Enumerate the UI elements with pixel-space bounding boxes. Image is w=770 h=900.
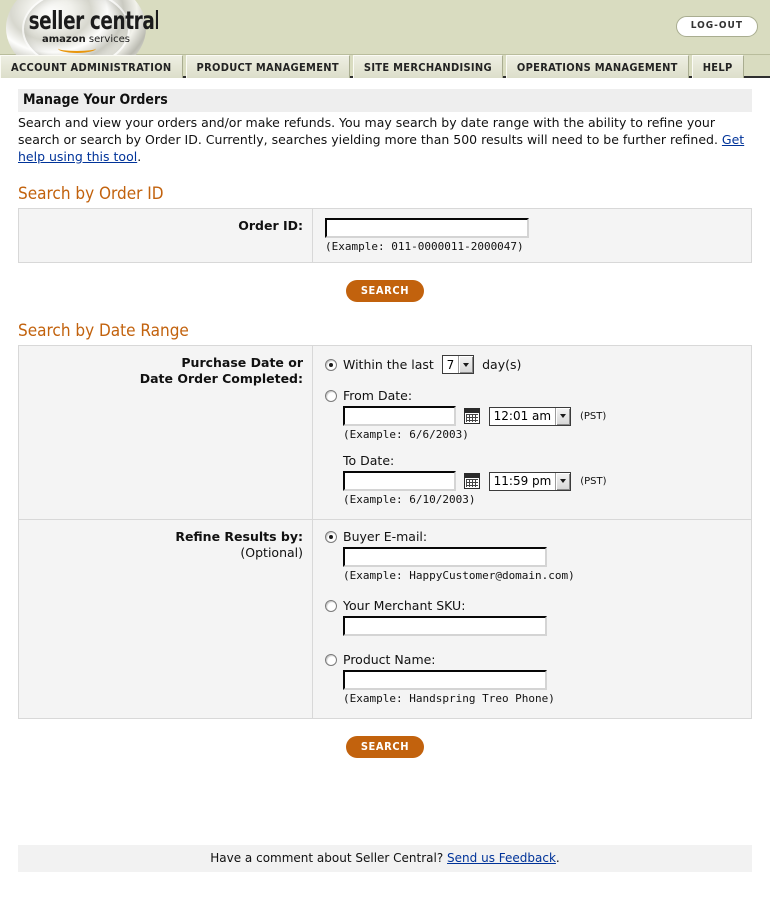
footer-suffix: . <box>555 851 560 865</box>
from-time-select[interactable]: 12:01 am <box>488 406 572 426</box>
refine-results-label: Refine Results by: (Optional) <box>19 520 312 718</box>
within-days-select[interactable]: 7 <box>441 355 475 374</box>
buyer-email-example: (Example: HappyCustomer@domain.com) <box>343 569 575 582</box>
merchant-sku-input[interactable] <box>343 616 547 636</box>
order-id-panel: Order ID: (Example: 011-0000011-2000047) <box>18 208 752 263</box>
to-date-label: To Date: <box>343 453 395 468</box>
nav-tab-site-merchandising[interactable]: SITE MERCHANDISING <box>352 55 503 78</box>
intro-text-part2: . <box>137 149 142 164</box>
from-date-option: From Date: 12:01 am (PST) (Example: 6/6/… <box>325 388 751 441</box>
calendar-icon[interactable] <box>463 473 480 489</box>
to-time-select[interactable]: 11:59 pm <box>488 471 572 491</box>
within-last-days-option: Within the last 7 day(s) <box>325 355 751 374</box>
chevron-down-icon <box>555 472 571 490</box>
nav-tab-operations-management[interactable]: OPERATIONS MANAGEMENT <box>505 55 689 78</box>
from-date-label: From Date: <box>343 388 413 403</box>
masthead: seller central amazon services LOG-OUT <box>0 0 770 55</box>
calendar-icon[interactable] <box>463 408 480 424</box>
page-content: Manage Your Orders Search and view your … <box>0 89 770 758</box>
to-time-select-value: 11:59 pm <box>493 474 552 488</box>
date-range-section-title: Search by Date Range <box>18 321 189 341</box>
logout-button[interactable]: LOG-OUT <box>675 16 758 37</box>
chevron-down-icon <box>555 407 571 425</box>
to-date-example: (Example: 6/10/2003) <box>343 493 476 506</box>
purchase-date-row: Purchase Date or Date Order Completed: W… <box>19 346 751 519</box>
buyer-email-controls: (Example: HappyCustomer@domain.com) <box>325 547 751 582</box>
send-feedback-link[interactable]: Send us Feedback <box>447 851 556 865</box>
refine-results-row: Refine Results by: (Optional) Buyer E-ma… <box>19 519 751 718</box>
order-id-section-title: Search by Order ID <box>18 184 164 204</box>
to-date-input[interactable] <box>343 471 456 491</box>
refine-results-label-line1: Refine Results by: <box>175 529 303 544</box>
refine-option-product-name: Product Name: (Example: Handspring Treo … <box>325 652 751 705</box>
seller-central-logo: seller central amazon services <box>0 0 158 55</box>
from-date-example: (Example: 6/6/2003) <box>343 428 469 441</box>
main-navigation: ACCOUNT ADMINISTRATION PRODUCT MANAGEMEN… <box>0 55 770 78</box>
order-id-input[interactable] <box>325 218 529 238</box>
refine-option-merchant-sku: Your Merchant SKU: <box>325 598 751 636</box>
order-id-label: Order ID: <box>238 218 303 233</box>
merchant-sku-label: Your Merchant SKU: <box>343 598 466 613</box>
nav-tab-account-administration[interactable]: ACCOUNT ADMINISTRATION <box>0 55 183 78</box>
to-timezone-label: (PST) <box>580 475 607 487</box>
buyer-email-input[interactable] <box>343 547 547 567</box>
radio-date-range[interactable] <box>325 389 337 402</box>
from-time-select-value: 12:01 am <box>493 409 552 423</box>
refine-results-field-cell: Buyer E-mail: (Example: HappyCustomer@do… <box>312 520 751 718</box>
within-days-select-value: 7 <box>446 357 455 372</box>
product-name-input[interactable] <box>343 670 547 690</box>
purchase-date-label: Purchase Date or Date Order Completed: <box>19 346 312 519</box>
refine-option-buyer-email: Buyer E-mail: (Example: HappyCustomer@do… <box>325 529 751 582</box>
radio-within-last-days[interactable] <box>325 358 337 371</box>
amazon-smile-icon <box>58 44 96 53</box>
product-name-example: (Example: Handspring Treo Phone) <box>343 692 555 705</box>
search-by-date-range-button[interactable]: SEARCH <box>345 736 425 758</box>
page-intro: Search and view your orders and/or make … <box>18 114 752 165</box>
logo-title: seller central <box>28 6 158 35</box>
purchase-date-label-line2: Date Order Completed: <box>139 371 303 386</box>
from-timezone-label: (PST) <box>579 410 607 422</box>
page-footer: Have a comment about Seller Central? Sen… <box>18 845 752 872</box>
product-name-controls: (Example: Handspring Treo Phone) <box>325 670 751 705</box>
from-date-controls: 12:01 am (PST) (Example: 6/6/2003) <box>325 406 751 441</box>
to-date-option: To Date: 11:59 pm (PST) (Example: 6/10/2… <box>325 453 751 506</box>
radio-product-name[interactable] <box>325 653 337 666</box>
to-date-controls: 11:59 pm (PST) (Example: 6/10/2003) <box>343 471 751 506</box>
radio-merchant-sku[interactable] <box>325 599 337 612</box>
radio-buyer-email[interactable] <box>325 530 337 543</box>
page-title: Manage Your Orders <box>18 89 752 112</box>
footer-text: Have a comment about Seller Central? <box>210 851 448 865</box>
date-range-panel: Purchase Date or Date Order Completed: W… <box>18 345 752 719</box>
intro-text-part1: Search and view your orders and/or make … <box>18 115 722 147</box>
from-date-input[interactable] <box>343 406 456 426</box>
order-id-field-cell: (Example: 011-0000011-2000047) <box>312 209 751 262</box>
within-last-days-suffix: day(s) <box>482 357 522 372</box>
buyer-email-label: Buyer E-mail: <box>343 529 428 544</box>
product-name-label: Product Name: <box>343 652 436 667</box>
nav-tab-product-management[interactable]: PRODUCT MANAGEMENT <box>185 55 350 78</box>
purchase-date-label-line1: Purchase Date or <box>181 355 303 370</box>
chevron-down-icon <box>458 356 474 373</box>
merchant-sku-controls <box>325 616 751 636</box>
nav-tab-help[interactable]: HELP <box>691 55 744 78</box>
refine-results-label-optional: (Optional) <box>240 545 303 560</box>
within-last-days-prefix: Within the last <box>343 357 434 372</box>
order-id-example: (Example: 011-0000011-2000047) <box>325 240 524 253</box>
purchase-date-field-cell: Within the last 7 day(s) From Date: 12:0… <box>312 346 751 519</box>
order-id-row: Order ID: (Example: 011-0000011-2000047) <box>19 209 751 262</box>
search-by-order-id-button[interactable]: SEARCH <box>345 280 425 302</box>
